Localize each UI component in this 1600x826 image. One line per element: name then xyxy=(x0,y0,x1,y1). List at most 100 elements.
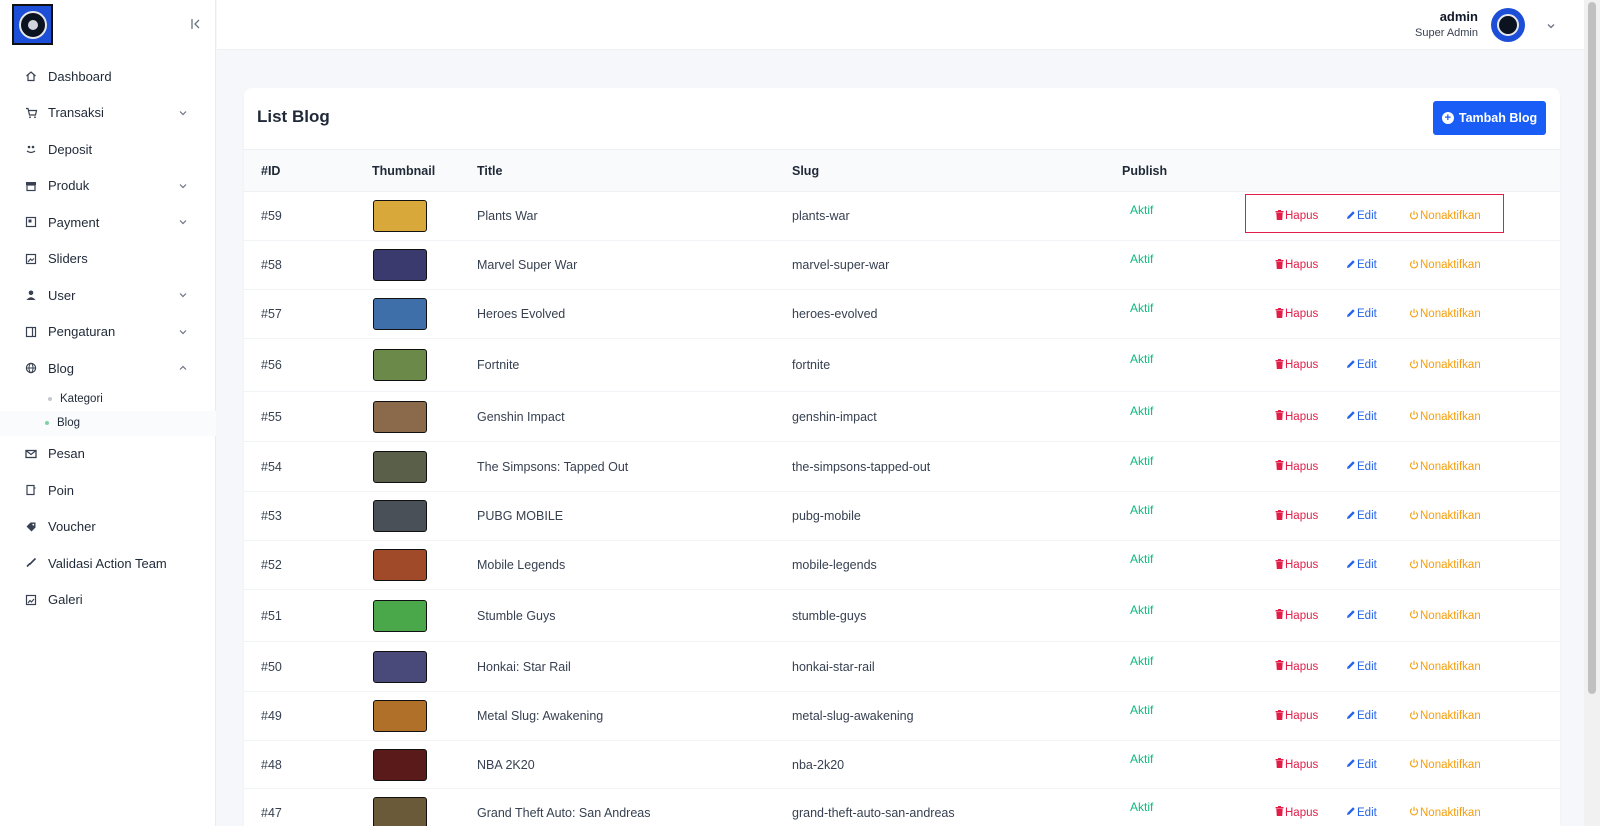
edit-button[interactable]: Edit xyxy=(1346,806,1409,819)
delete-button[interactable]: Hapus xyxy=(1255,258,1346,272)
deactivate-button[interactable]: Nonaktifkan xyxy=(1409,460,1481,473)
sidebar-collapse-button[interactable] xyxy=(188,16,204,32)
deactivate-button[interactable]: Nonaktifkan xyxy=(1409,806,1481,819)
user-info[interactable]: admin Super Admin xyxy=(1415,9,1478,39)
deactivate-button[interactable]: Nonaktifkan xyxy=(1409,710,1481,723)
row-thumbnail-cell xyxy=(357,789,476,826)
edit-button[interactable]: Edit xyxy=(1346,210,1409,223)
sidebar-item-payment[interactable]: Payment xyxy=(0,204,216,241)
add-blog-button[interactable]: + Tambah Blog xyxy=(1433,101,1546,135)
row-publish-cell: Aktif xyxy=(1122,590,1255,642)
edit-button[interactable]: Edit xyxy=(1346,308,1409,321)
edit-button[interactable]: Edit xyxy=(1346,510,1409,523)
app-logo[interactable] xyxy=(12,4,53,45)
delete-button[interactable]: Hapus xyxy=(1255,509,1346,523)
col-slug: Slug xyxy=(792,163,820,178)
edit-button[interactable]: Edit xyxy=(1346,609,1409,622)
publish-status-badge: Aktif xyxy=(1130,453,1154,468)
edit-button[interactable]: Edit xyxy=(1346,710,1409,723)
sidebar-item-pesan[interactable]: Pesan xyxy=(0,436,216,473)
deactivate-button[interactable]: Nonaktifkan xyxy=(1409,660,1481,673)
power-icon xyxy=(1409,410,1420,423)
pencil-icon xyxy=(1346,806,1357,819)
sidebar-item-produk[interactable]: Produk xyxy=(0,168,216,205)
avatar[interactable] xyxy=(1491,8,1525,42)
edit-button[interactable]: Edit xyxy=(1346,359,1409,372)
row-slug: genshin-impact xyxy=(792,409,877,424)
sidebar-item-sliders[interactable]: Sliders xyxy=(0,241,216,278)
edit-label: Edit xyxy=(1357,359,1377,371)
deactivate-button[interactable]: Nonaktifkan xyxy=(1409,510,1481,523)
sidebar-subitem-kategori[interactable]: Kategori xyxy=(0,387,216,412)
row-slug: mobile-legends xyxy=(792,558,877,572)
sidebar-menu: Dashboard Transaksi Deposit Produk Payment Sl… xyxy=(0,58,216,618)
thumbnail-image xyxy=(373,450,427,483)
sidebar-item-deposit[interactable]: Deposit xyxy=(0,131,216,168)
plus-circle-icon: + xyxy=(1441,112,1454,124)
delete-button[interactable]: Hapus xyxy=(1255,558,1346,572)
scrollbar-thumb[interactable] xyxy=(1588,2,1596,694)
delete-button[interactable]: Hapus xyxy=(1255,460,1346,473)
row-actions: Hapus Edit Nonaktifkan xyxy=(1255,741,1560,789)
deactivate-button[interactable]: Nonaktifkan xyxy=(1409,359,1481,372)
delete-button[interactable]: Hapus xyxy=(1255,806,1346,819)
sidebar-item-voucher[interactable]: Voucher xyxy=(0,509,216,546)
deactivate-label: Nonaktifkan xyxy=(1420,710,1481,722)
delete-label: Hapus xyxy=(1285,806,1319,819)
delete-button[interactable]: Hapus xyxy=(1255,307,1346,321)
deactivate-button[interactable]: Nonaktifkan xyxy=(1409,758,1481,771)
row-thumbnail-cell xyxy=(357,692,476,741)
chevron-up-icon xyxy=(178,363,188,373)
delete-button[interactable]: Hapus xyxy=(1255,660,1346,673)
row-actions: Hapus Edit Nonaktifkan xyxy=(1255,492,1560,541)
pencil-icon xyxy=(1346,210,1357,223)
edit-button[interactable]: Edit xyxy=(1346,460,1409,473)
row-id: #57 xyxy=(261,307,282,321)
deactivate-label: Nonaktifkan xyxy=(1420,660,1481,673)
trash-icon xyxy=(1275,558,1285,572)
sidebar-item-transaksi[interactable]: Transaksi xyxy=(0,95,216,132)
store-icon xyxy=(24,179,38,193)
deactivate-button[interactable]: Nonaktifkan xyxy=(1409,410,1481,423)
thumbnail-image xyxy=(373,700,427,732)
delete-button[interactable]: Hapus xyxy=(1255,758,1346,771)
sidebar-subitem-blog[interactable]: Blog xyxy=(0,411,216,436)
power-icon xyxy=(1409,806,1420,819)
deactivate-button[interactable]: Nonaktifkan xyxy=(1409,609,1481,622)
sidebar-item-label: Produk xyxy=(48,178,90,194)
table-row: #48 NBA 2K20 nba-2k20 Aktif Hapus Edit Nonakti… xyxy=(244,741,1560,789)
deactivate-button[interactable]: Nonaktifkan xyxy=(1409,259,1481,272)
sidebar-item-label: Pesan xyxy=(48,446,85,462)
row-publish-cell: Aktif xyxy=(1122,241,1255,290)
sidebar-item-validasi-action-team[interactable]: Validasi Action Team xyxy=(0,545,216,582)
delete-label: Hapus xyxy=(1285,410,1319,423)
edit-button[interactable]: Edit xyxy=(1346,559,1409,572)
sidebar-item-poin[interactable]: Poin xyxy=(0,472,216,509)
pencil-icon xyxy=(1346,510,1357,523)
user-menu-chevron-icon[interactable] xyxy=(1546,19,1556,34)
sidebar-item-dashboard[interactable]: Dashboard xyxy=(0,58,216,95)
trash-icon xyxy=(1275,410,1285,423)
trash-icon xyxy=(1275,460,1285,473)
edit-button[interactable]: Edit xyxy=(1346,259,1409,272)
deactivate-button[interactable]: Nonaktifkan xyxy=(1409,559,1481,572)
delete-button[interactable]: Hapus xyxy=(1255,709,1346,723)
edit-button[interactable]: Edit xyxy=(1346,660,1409,673)
delete-button[interactable]: Hapus xyxy=(1255,410,1346,423)
deactivate-button[interactable]: Nonaktifkan xyxy=(1409,308,1481,321)
sidebar-item-pengaturan[interactable]: Pengaturan xyxy=(0,314,216,351)
delete-button[interactable]: Hapus xyxy=(1255,358,1346,372)
power-icon xyxy=(1409,210,1420,223)
sidebar-item-user[interactable]: User xyxy=(0,277,216,314)
sidebar-item-galeri[interactable]: Galeri xyxy=(0,582,216,619)
edit-button[interactable]: Edit xyxy=(1346,758,1409,771)
edit-button[interactable]: Edit xyxy=(1346,410,1409,423)
deactivate-label: Nonaktifkan xyxy=(1420,559,1481,571)
deactivate-button[interactable]: Nonaktifkan xyxy=(1409,210,1481,223)
delete-button[interactable]: Hapus xyxy=(1255,209,1346,223)
sidebar-item-blog[interactable]: Blog xyxy=(0,350,216,387)
row-title: Plants War xyxy=(477,209,538,223)
delete-button[interactable]: Hapus xyxy=(1255,609,1346,622)
page-scrollbar[interactable] xyxy=(1584,0,1600,826)
table-header-row: #ID Thumbnail Title Slug Publish xyxy=(244,149,1560,192)
